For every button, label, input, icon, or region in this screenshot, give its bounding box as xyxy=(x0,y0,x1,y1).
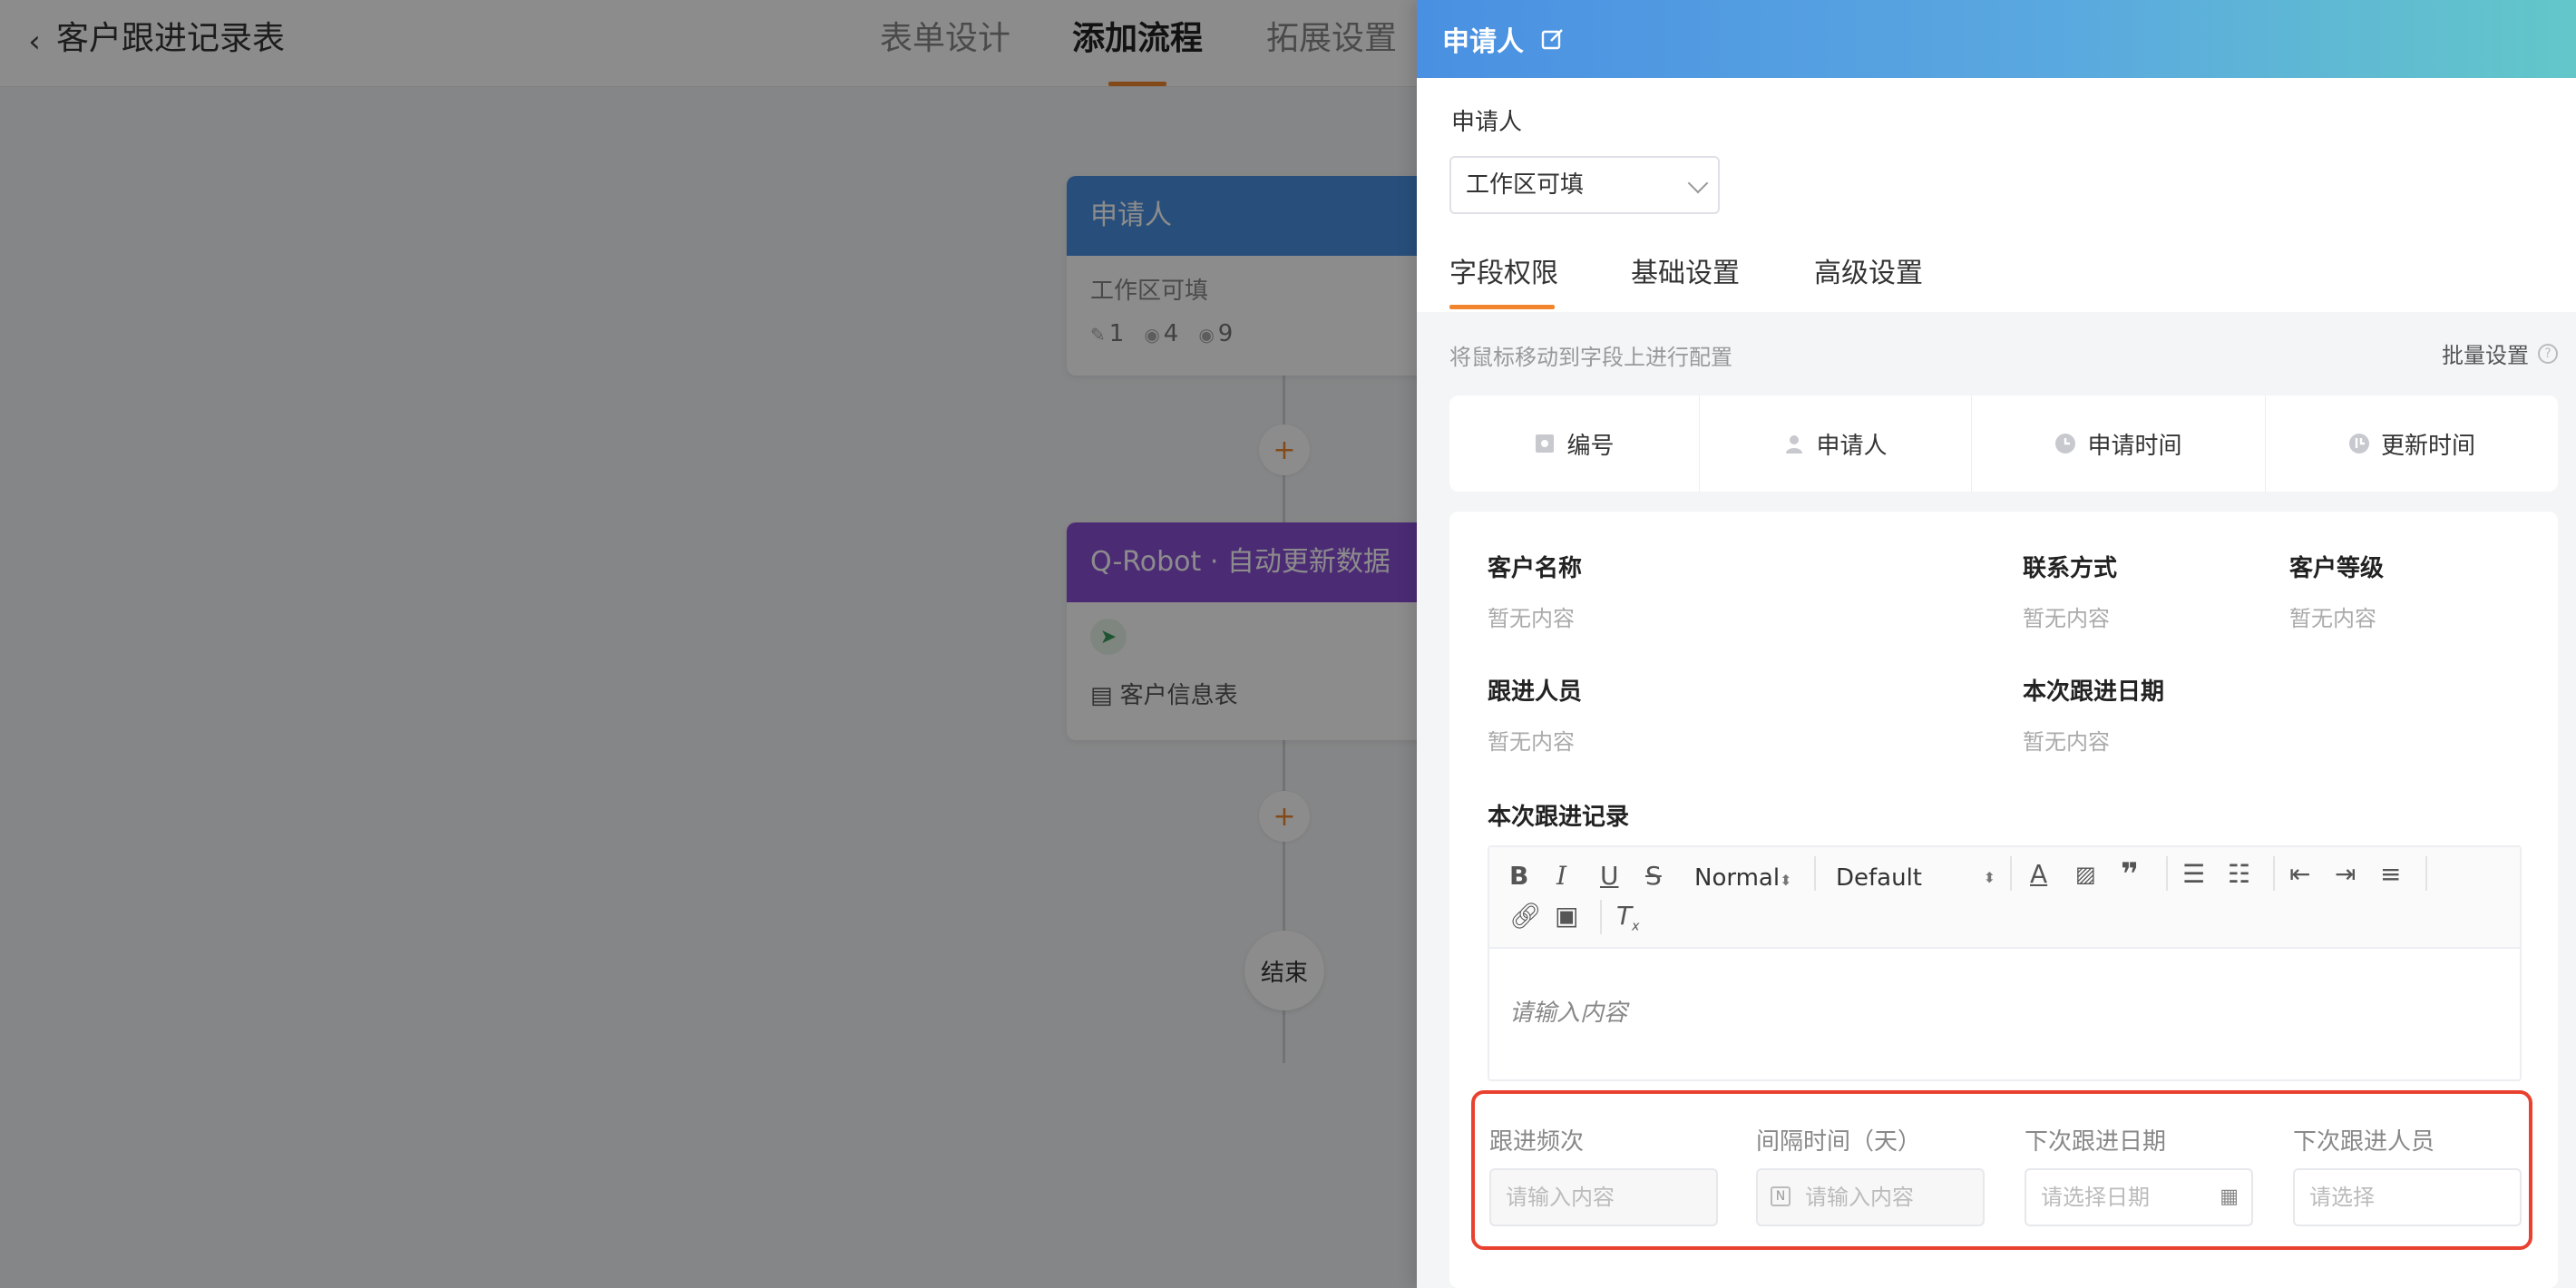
ordered-list-icon[interactable]: ☰ xyxy=(2182,858,2205,891)
editor-placeholder: 请输入内容 xyxy=(1509,1000,1628,1027)
field-value: 暂无内容 xyxy=(2023,729,2110,755)
system-field-number[interactable]: 编号 xyxy=(1449,395,1700,492)
user-icon xyxy=(1786,435,1803,454)
field-label[interactable]: 本次跟进日期 xyxy=(2023,673,2164,707)
interval-days-input[interactable]: N 请输入内容 xyxy=(1756,1168,1985,1226)
active-tab-indicator xyxy=(1449,305,1555,309)
underline-icon[interactable]: U xyxy=(1600,860,1619,893)
outdent-icon[interactable]: ⇤ xyxy=(2289,858,2310,891)
link-icon[interactable]: 🔗︎ xyxy=(1509,900,1542,932)
field-label[interactable]: 本次跟进记录 xyxy=(1488,798,1629,832)
batch-settings-button[interactable]: 批量设置 ? xyxy=(2442,337,2558,369)
modal-overlay[interactable] xyxy=(0,0,1417,1288)
refresh-clock-icon xyxy=(2348,434,2369,454)
italic-icon[interactable]: I xyxy=(1556,860,1566,893)
quote-icon[interactable]: ❞ xyxy=(2121,858,2139,891)
tab-basic-settings[interactable]: 基础设置 xyxy=(1631,256,1740,292)
panel-header: 申请人 xyxy=(1417,0,2576,78)
field-label[interactable]: 客户等级 xyxy=(2289,550,2384,583)
calendar-icon: ▦ xyxy=(2220,1186,2239,1208)
field-label[interactable]: 客户名称 xyxy=(1488,550,1582,583)
field-label[interactable]: 间隔时间（天） xyxy=(1756,1123,1921,1156)
tab-advanced-settings[interactable]: 高级设置 xyxy=(1814,256,1923,292)
field-value: 暂无内容 xyxy=(1488,606,1575,631)
field-value: 暂无内容 xyxy=(2289,606,2376,631)
permission-select[interactable]: 工作区可填 xyxy=(1449,156,1720,214)
system-fields: 编号 申请人 申请时间 更新时间 xyxy=(1449,395,2558,492)
strikethrough-icon[interactable]: S xyxy=(1645,860,1662,893)
panel-settings: 申请人 工作区可填 字段权限 基础设置 高级设置 xyxy=(1417,78,2576,312)
indent-icon[interactable]: ⇥ xyxy=(2335,858,2356,891)
field-value: 暂无内容 xyxy=(1488,729,1575,755)
rich-text-editor[interactable]: B I U S Normal⬍ Default ⬍ A ▨ ❞ ☰ ☷ ⇤ ⇥ ≡… xyxy=(1488,845,2522,1081)
text-color-icon[interactable]: A xyxy=(2030,858,2047,891)
follow-frequency-input[interactable]: 请输入内容 xyxy=(1489,1168,1718,1226)
font-select[interactable]: Default ⬍ xyxy=(1836,862,1995,894)
align-icon[interactable]: ≡ xyxy=(2380,858,2401,891)
next-follow-user-select[interactable]: 请选择 xyxy=(2293,1168,2522,1226)
chevron-down-icon xyxy=(1687,172,1709,194)
section-label: 申请人 xyxy=(1451,109,1523,136)
field-label[interactable]: 跟进频次 xyxy=(1489,1123,1584,1156)
number-field-icon: N xyxy=(1771,1186,1791,1206)
field-label[interactable]: 下次跟进人员 xyxy=(2293,1123,2435,1156)
editor-toolbar: B I U S Normal⬍ Default ⬍ A ▨ ❞ ☰ ☷ ⇤ ⇥ ≡… xyxy=(1489,847,2520,949)
background-color-icon[interactable]: ▨ xyxy=(2075,858,2096,891)
batch-settings-label: 批量设置 xyxy=(2442,343,2529,368)
field-label[interactable]: 联系方式 xyxy=(2023,550,2117,583)
field-label[interactable]: 跟进人员 xyxy=(1488,673,1582,707)
bullet-list-icon[interactable]: ☷ xyxy=(2228,858,2250,891)
config-hint: 将鼠标移动到字段上进行配置 xyxy=(1449,345,1732,370)
next-follow-date-picker[interactable]: 请选择日期 ▦ xyxy=(2025,1168,2253,1226)
system-field-update-time[interactable]: 更新时间 xyxy=(2266,395,2558,492)
help-icon[interactable]: ? xyxy=(2538,343,2558,364)
field-value: 暂无内容 xyxy=(2023,606,2110,631)
clear-format-icon[interactable]: Tx xyxy=(1616,900,1639,943)
tab-field-permissions[interactable]: 字段权限 xyxy=(1449,256,1558,292)
heading-select[interactable]: Normal⬍ xyxy=(1694,862,1791,897)
system-field-apply-time[interactable]: 申请时间 xyxy=(1972,395,2266,492)
panel-title: 申请人 xyxy=(1442,26,1524,58)
clock-icon xyxy=(2055,434,2076,454)
system-field-applicant[interactable]: 申请人 xyxy=(1700,395,1972,492)
bold-icon[interactable]: B xyxy=(1509,860,1528,893)
edit-icon[interactable] xyxy=(1540,26,1566,52)
number-icon xyxy=(1536,434,1555,453)
field-label[interactable]: 下次跟进日期 xyxy=(2025,1123,2166,1156)
image-icon[interactable]: ▣ xyxy=(1555,900,1578,932)
select-value: 工作区可填 xyxy=(1466,171,1585,199)
